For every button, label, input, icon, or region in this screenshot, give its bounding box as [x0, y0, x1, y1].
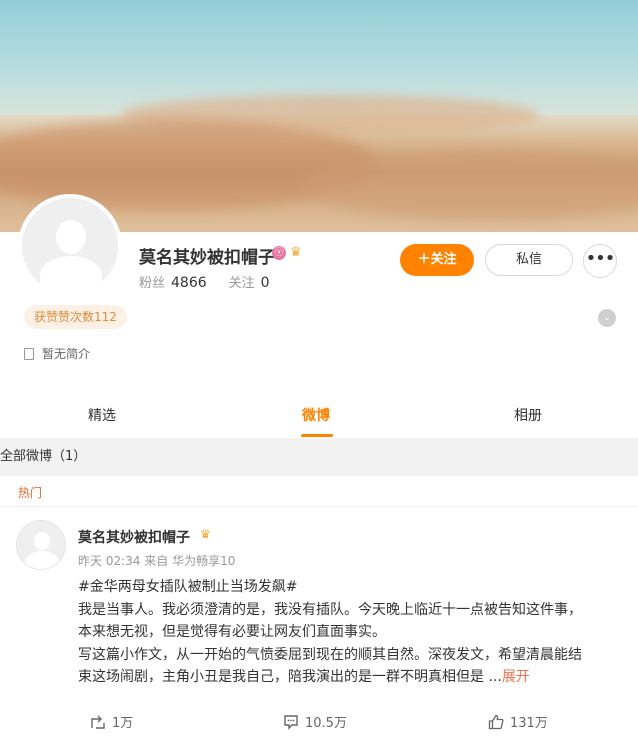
follow-button-label: 关注	[430, 252, 457, 267]
like-button[interactable]: 131万	[488, 712, 548, 731]
profile-banner	[0, 0, 638, 232]
fans-label[interactable]: 粉丝	[139, 276, 165, 291]
post-author[interactable]: 莫名其妙被扣帽子	[78, 527, 190, 547]
post-line: 本来想无视，但是觉得有必要让网友们直面事实。	[78, 624, 386, 640]
following-label[interactable]: 关注	[229, 276, 255, 291]
all-posts-header: 全部微博（1）	[0, 438, 638, 476]
comment-count: 10.5万	[305, 716, 347, 731]
bio-text: 暂无简介	[42, 347, 91, 361]
message-button[interactable]: 私信	[485, 244, 573, 276]
profile-bio: 暂无简介	[24, 345, 90, 362]
profile-name: 莫名其妙被扣帽子	[139, 248, 275, 268]
avatar-placeholder-body	[40, 256, 102, 294]
comment-button[interactable]: 10.5万	[283, 712, 347, 731]
following-count[interactable]: 0	[261, 275, 270, 291]
expand-link[interactable]: 展开	[502, 669, 530, 685]
profile-stats: 粉丝 4866 关注 0	[139, 272, 292, 291]
post-avatar[interactable]	[16, 520, 66, 570]
post-actions: 1万 10.5万 131万	[0, 708, 638, 738]
repost-count: 1万	[112, 716, 134, 731]
like-count: 131万	[510, 716, 548, 731]
post-line: 我是当事人。我必须澄清的是，我没有插队。今天晚上临近十一点被告知这件事，	[78, 601, 582, 618]
profile-avatar[interactable]	[18, 194, 122, 298]
avatar-placeholder-head	[56, 220, 86, 254]
divider	[0, 506, 638, 507]
post-hashtag[interactable]: #金华两母女插队被制止当场发飙#	[78, 579, 297, 595]
profile-tabs: 精选 微博 相册	[0, 395, 638, 437]
follow-button[interactable]: ＋关注	[400, 244, 474, 276]
more-icon[interactable]: •••	[583, 244, 617, 278]
comment-icon	[284, 715, 298, 730]
likes-badge[interactable]: 获赞赞次数112	[24, 305, 127, 329]
active-tab-indicator	[301, 434, 333, 437]
crown-icon[interactable]: ♛	[200, 527, 211, 541]
repost-icon	[91, 715, 105, 729]
crown-icon[interactable]: ♛	[290, 245, 302, 260]
post-source-prefix: 来自	[144, 554, 169, 568]
avatar-placeholder-head	[34, 532, 50, 550]
post-meta: 昨天 02:34 来自 华为畅享10	[78, 552, 235, 569]
doc-icon	[24, 348, 34, 360]
like-icon	[488, 714, 504, 730]
tab-featured[interactable]: 精选	[88, 405, 116, 425]
tab-weibo[interactable]: 微博	[302, 405, 330, 425]
post-source: 华为畅享10	[172, 554, 236, 568]
vip-icon[interactable]: ⓥ	[272, 246, 286, 260]
tab-album[interactable]: 相册	[514, 405, 542, 425]
post-line: 写这篇小作文，从一开始的气愤委屈到现在的顺其自然。深夜发文，希望清晨能结	[78, 646, 582, 663]
fans-count[interactable]: 4866	[171, 275, 207, 291]
banner-dune	[300, 150, 638, 220]
post-time[interactable]: 昨天 02:34	[78, 554, 140, 568]
avatar-placeholder-body	[25, 551, 59, 569]
profile-page: 莫名其妙被扣帽子 ⓥ ♛ 粉丝 4866 关注 0 ＋关注 私信 ••• 获赞赞次数1…	[0, 0, 638, 742]
post-ellipsis: ...	[488, 669, 502, 685]
chevron-down-icon[interactable]: ⌄	[598, 309, 616, 327]
post-body: #金华两母女插队被制止当场发飙# 我是当事人。我必须澄清的是，我没有插队。今天晚…	[78, 576, 623, 689]
plus-icon: ＋	[417, 252, 431, 267]
repost-button[interactable]: 1万	[90, 712, 133, 731]
post-line: 束这场闹剧，主角小丑是我自己，陪我演出的是一群不明真相但是	[78, 669, 484, 685]
hot-label: 热门	[18, 486, 43, 500]
